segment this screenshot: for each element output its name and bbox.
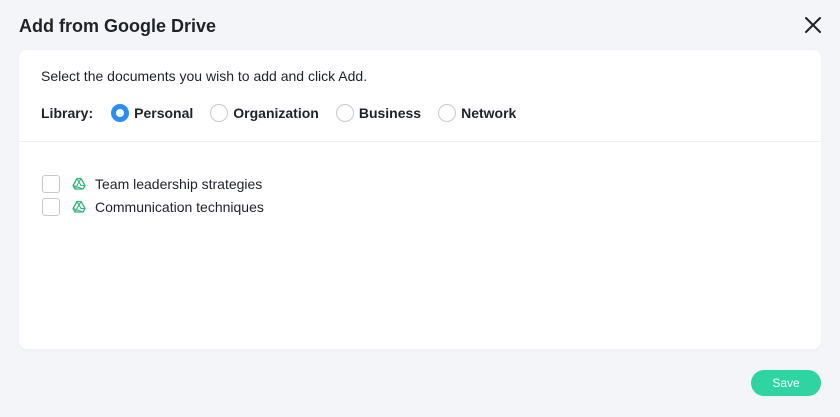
library-option-network[interactable]: Network	[438, 104, 516, 122]
content-card: Select the documents you wish to add and…	[19, 50, 821, 349]
document-checkbox[interactable]	[42, 174, 60, 193]
document-name: Communication techniques	[95, 198, 264, 215]
library-selector: Library: Personal Organization Business …	[41, 103, 533, 123]
google-drive-icon	[72, 177, 86, 190]
document-name: Team leadership strategies	[95, 175, 263, 192]
radio-network[interactable]	[438, 104, 457, 122]
document-list: Team leadership strategies Communication…	[42, 172, 264, 218]
google-drive-icon	[72, 200, 86, 213]
radio-label-organization: Organization	[233, 105, 319, 121]
list-item[interactable]: Team leadership strategies	[42, 172, 264, 195]
document-checkbox[interactable]	[42, 197, 60, 216]
radio-personal[interactable]	[111, 104, 130, 122]
radio-label-network: Network	[461, 105, 517, 121]
divider	[19, 141, 821, 142]
library-label: Library:	[41, 105, 94, 121]
save-button[interactable]: Save	[751, 370, 821, 396]
list-item[interactable]: Communication techniques	[42, 195, 264, 218]
dialog-title: Add from Google Drive	[19, 16, 217, 36]
instruction-text: Select the documents you wish to add and…	[41, 68, 368, 84]
close-icon	[805, 17, 821, 33]
radio-organization[interactable]	[210, 104, 229, 122]
radio-label-business: Business	[358, 105, 422, 121]
add-from-google-drive-dialog: Add from Google Drive Select the documen…	[0, 0, 840, 417]
close-button[interactable]	[802, 14, 824, 36]
radio-business[interactable]	[335, 104, 354, 122]
radio-label-personal: Personal	[134, 105, 194, 121]
library-option-personal[interactable]: Personal	[111, 104, 193, 122]
library-option-business[interactable]: Business	[335, 104, 422, 122]
library-option-organization[interactable]: Organization	[210, 104, 319, 122]
